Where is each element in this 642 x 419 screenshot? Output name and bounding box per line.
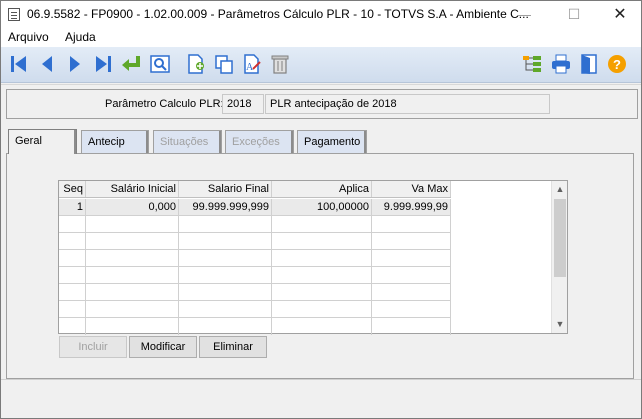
help-icon: ? xyxy=(608,55,626,73)
last-record-icon xyxy=(96,56,111,72)
copy-record-button[interactable] xyxy=(211,51,237,77)
delete-record-button[interactable] xyxy=(267,51,293,77)
data-grid[interactable]: Seq Salário Inicial Salario Final Aplica… xyxy=(58,180,568,335)
window-app-icon xyxy=(8,8,20,21)
menu-bar: Arquivo Ajuda xyxy=(1,28,641,47)
close-button[interactable]: ✕ xyxy=(597,1,642,28)
cell-salario-inicial: 0,000 xyxy=(86,199,179,215)
title-bar: 06.9.5582 - FP0900 - 1.02.00.009 - Parâm… xyxy=(1,1,641,28)
cell-salario-final: 99.999.999,999 xyxy=(179,199,272,215)
go-to-button[interactable] xyxy=(118,51,144,77)
new-record-icon xyxy=(188,54,204,74)
first-record-icon xyxy=(11,56,26,72)
header-panel: Parâmetro Calculo PLR: 2018 PLR antecipa… xyxy=(6,89,638,119)
print-icon xyxy=(552,54,570,74)
edit-record-button[interactable]: A xyxy=(239,51,265,77)
search-icon xyxy=(150,55,170,73)
exit-button[interactable] xyxy=(576,51,602,77)
bottom-panel xyxy=(1,379,641,418)
maximize-button[interactable]: ☐ xyxy=(551,1,597,28)
next-record-button[interactable] xyxy=(62,51,88,77)
delete-record-icon xyxy=(271,55,289,74)
toolbar: A ? xyxy=(1,47,641,83)
copy-record-icon xyxy=(215,55,233,74)
window-title: 06.9.5582 - FP0900 - 1.02.00.009 - Parâm… xyxy=(27,7,529,21)
toolbar-divider xyxy=(1,84,641,85)
tab-situacoes: Situações xyxy=(153,130,222,153)
eliminar-button[interactable]: Eliminar xyxy=(199,336,267,358)
minimize-button[interactable]: — xyxy=(501,1,547,28)
tab-excecoes: Exceções xyxy=(225,130,294,153)
empty-row[interactable] xyxy=(59,318,451,335)
application-window: 06.9.5582 - FP0900 - 1.02.00.009 - Parâm… xyxy=(0,0,642,419)
column-header-va-max[interactable]: Va Max xyxy=(372,181,451,197)
column-header-aplica[interactable]: Aplica xyxy=(272,181,372,197)
cell-aplica: 100,00000 xyxy=(272,199,372,215)
empty-row[interactable] xyxy=(59,284,451,301)
svg-text:?: ? xyxy=(613,57,621,72)
grid-header: Seq Salário Inicial Salario Final Aplica… xyxy=(59,181,451,198)
previous-record-icon xyxy=(42,56,52,72)
column-header-salario-inicial[interactable]: Salário Inicial xyxy=(86,181,179,197)
empty-row[interactable] xyxy=(59,267,451,284)
scroll-thumb[interactable] xyxy=(554,199,566,277)
scroll-down-icon[interactable]: ▼ xyxy=(552,316,568,333)
edit-record-icon: A xyxy=(244,54,261,74)
grid-vertical-scrollbar[interactable]: ▲ ▼ xyxy=(551,181,567,333)
empty-row[interactable] xyxy=(59,250,451,267)
param-description-field: PLR antecipação de 2018 xyxy=(265,94,550,114)
search-button[interactable] xyxy=(147,51,173,77)
cell-va-max: 9.999.999,99 xyxy=(372,199,451,215)
column-header-seq[interactable]: Seq xyxy=(59,181,86,197)
menu-ajuda[interactable]: Ajuda xyxy=(65,30,96,44)
next-record-icon xyxy=(70,56,80,72)
cell-seq: 1 xyxy=(59,199,86,215)
go-to-icon xyxy=(122,56,140,71)
modificar-button[interactable]: Modificar xyxy=(129,336,197,358)
tab-geral[interactable]: Geral xyxy=(8,129,77,154)
first-record-button[interactable] xyxy=(6,51,32,77)
previous-record-button[interactable] xyxy=(34,51,60,77)
new-record-button[interactable] xyxy=(183,51,209,77)
svg-text:A: A xyxy=(246,62,254,73)
menu-arquivo[interactable]: Arquivo xyxy=(8,30,49,44)
exit-icon xyxy=(581,54,597,74)
empty-row[interactable] xyxy=(59,301,451,318)
print-button[interactable] xyxy=(548,51,574,77)
empty-row[interactable] xyxy=(59,216,451,233)
tab-antecip[interactable]: Antecip xyxy=(81,130,149,153)
last-record-button[interactable] xyxy=(90,51,116,77)
column-header-salario-final[interactable]: Salario Final xyxy=(179,181,272,197)
incluir-button[interactable]: Incluir xyxy=(59,336,127,358)
table-row[interactable]: 1 0,000 99.999.999,999 100,00000 9.999.9… xyxy=(59,199,451,216)
tree-button[interactable] xyxy=(519,51,545,77)
tree-icon xyxy=(523,56,541,72)
empty-row[interactable] xyxy=(59,233,451,250)
tab-pagamento[interactable]: Pagamento xyxy=(297,130,367,153)
param-year-field: 2018 xyxy=(222,94,264,114)
scroll-up-icon[interactable]: ▲ xyxy=(552,181,568,198)
param-label: Parâmetro Calculo PLR: xyxy=(105,98,224,110)
help-button[interactable]: ? xyxy=(604,51,630,77)
